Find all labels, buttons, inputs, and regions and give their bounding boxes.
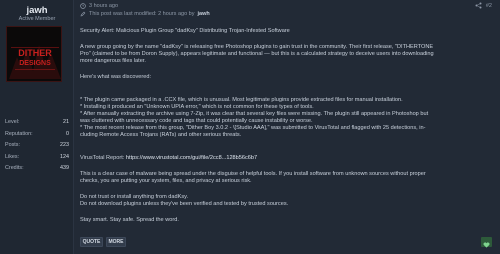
bullet-line-3: * After manually extracting the archive … <box>80 111 429 117</box>
bullet-line-6: cluding Remote Access Trojans (RATs) and… <box>80 132 242 138</box>
post-modified-line: This post was last modified: 2 hours ago… <box>80 11 210 17</box>
avatar-image: DITHER DESIGNS <box>7 27 61 81</box>
more-button[interactable]: MORE <box>106 237 126 247</box>
signoff: Stay smart. Stay safe. Spread the word. <box>80 217 179 223</box>
avatar[interactable]: DITHER DESIGNS <box>6 26 62 82</box>
share-icon[interactable] <box>475 2 482 9</box>
warning-line-2: Do not download plugins unless they've b… <box>80 201 289 207</box>
stat-likes: Likes: 124 <box>5 153 69 160</box>
virustotal-line: VirusTotal Report: https://www.virustota… <box>80 155 490 162</box>
post-time-line: 3 hours ago <box>80 3 118 9</box>
intro-line-2: Pro" (claimed to be from Doron Supply), … <box>80 51 434 57</box>
avatar-text-bottom: DESIGNS <box>19 60 51 67</box>
stat-reputation: Reputation: 0 <box>5 130 69 137</box>
stat-credits: Credits: 439 <box>5 165 69 171</box>
like-button[interactable] <box>481 237 492 248</box>
post-title-line: Security Alert: Malicious Plugin Group "… <box>80 28 290 34</box>
user-info-panel: jawh Active Member DITHER DESIGNS Level:… <box>0 0 74 254</box>
heart-icon <box>483 242 490 248</box>
post-number[interactable]: #2 <box>486 3 492 9</box>
user-title: Active Member <box>18 16 56 22</box>
discovered-heading: Here's what was discovered: <box>80 74 152 80</box>
forum-post: jawh Active Member DITHER DESIGNS Level:… <box>0 0 500 254</box>
stat-posts: Posts: 223 <box>5 142 69 148</box>
virustotal-label: VirusTotal Report: <box>80 155 125 161</box>
virustotal-link[interactable]: https://www.virustotal.com/gui/file/2cc8… <box>126 155 257 161</box>
user-stats: Level: 21 Reputation: 0 Posts: 223 Likes: 12… <box>5 117 69 175</box>
modified-text: This post was last modified: 2 hours ago… <box>89 11 195 17</box>
quote-button[interactable]: QUOTE <box>80 237 103 247</box>
intro-line-3: more dangerous files later. <box>80 58 146 64</box>
intro-line-1: A new group going by the name "dadKsy" i… <box>80 44 434 50</box>
bullet-line-2: * Installing it produced an "Unknown UPI… <box>80 104 314 110</box>
conclusion-line-2: checks, you are putting your system, fil… <box>80 178 252 184</box>
clock-icon <box>80 3 86 9</box>
bullet-line-5: * The most recent release from this grou… <box>80 125 426 131</box>
avatar-text-top: DITHER <box>18 48 52 58</box>
warning-line-1: Do not trust or install anything from da… <box>80 194 189 200</box>
bullet-line-1: * The plugin came packaged in a .CCX fil… <box>80 97 403 103</box>
bullet-line-4: was cluttered with unnecessary code and … <box>80 118 313 124</box>
edit-icon <box>80 11 86 17</box>
modified-by-user[interactable]: jawh <box>197 11 209 17</box>
username[interactable]: jawh <box>0 5 74 16</box>
conclusion-line-1: This is a clear case of malware being sp… <box>80 171 426 177</box>
post-time: 3 hours ago <box>89 3 119 9</box>
post-content: 3 hours ago This post was last modified:… <box>80 0 496 254</box>
stat-level: Level: 21 <box>5 119 69 125</box>
